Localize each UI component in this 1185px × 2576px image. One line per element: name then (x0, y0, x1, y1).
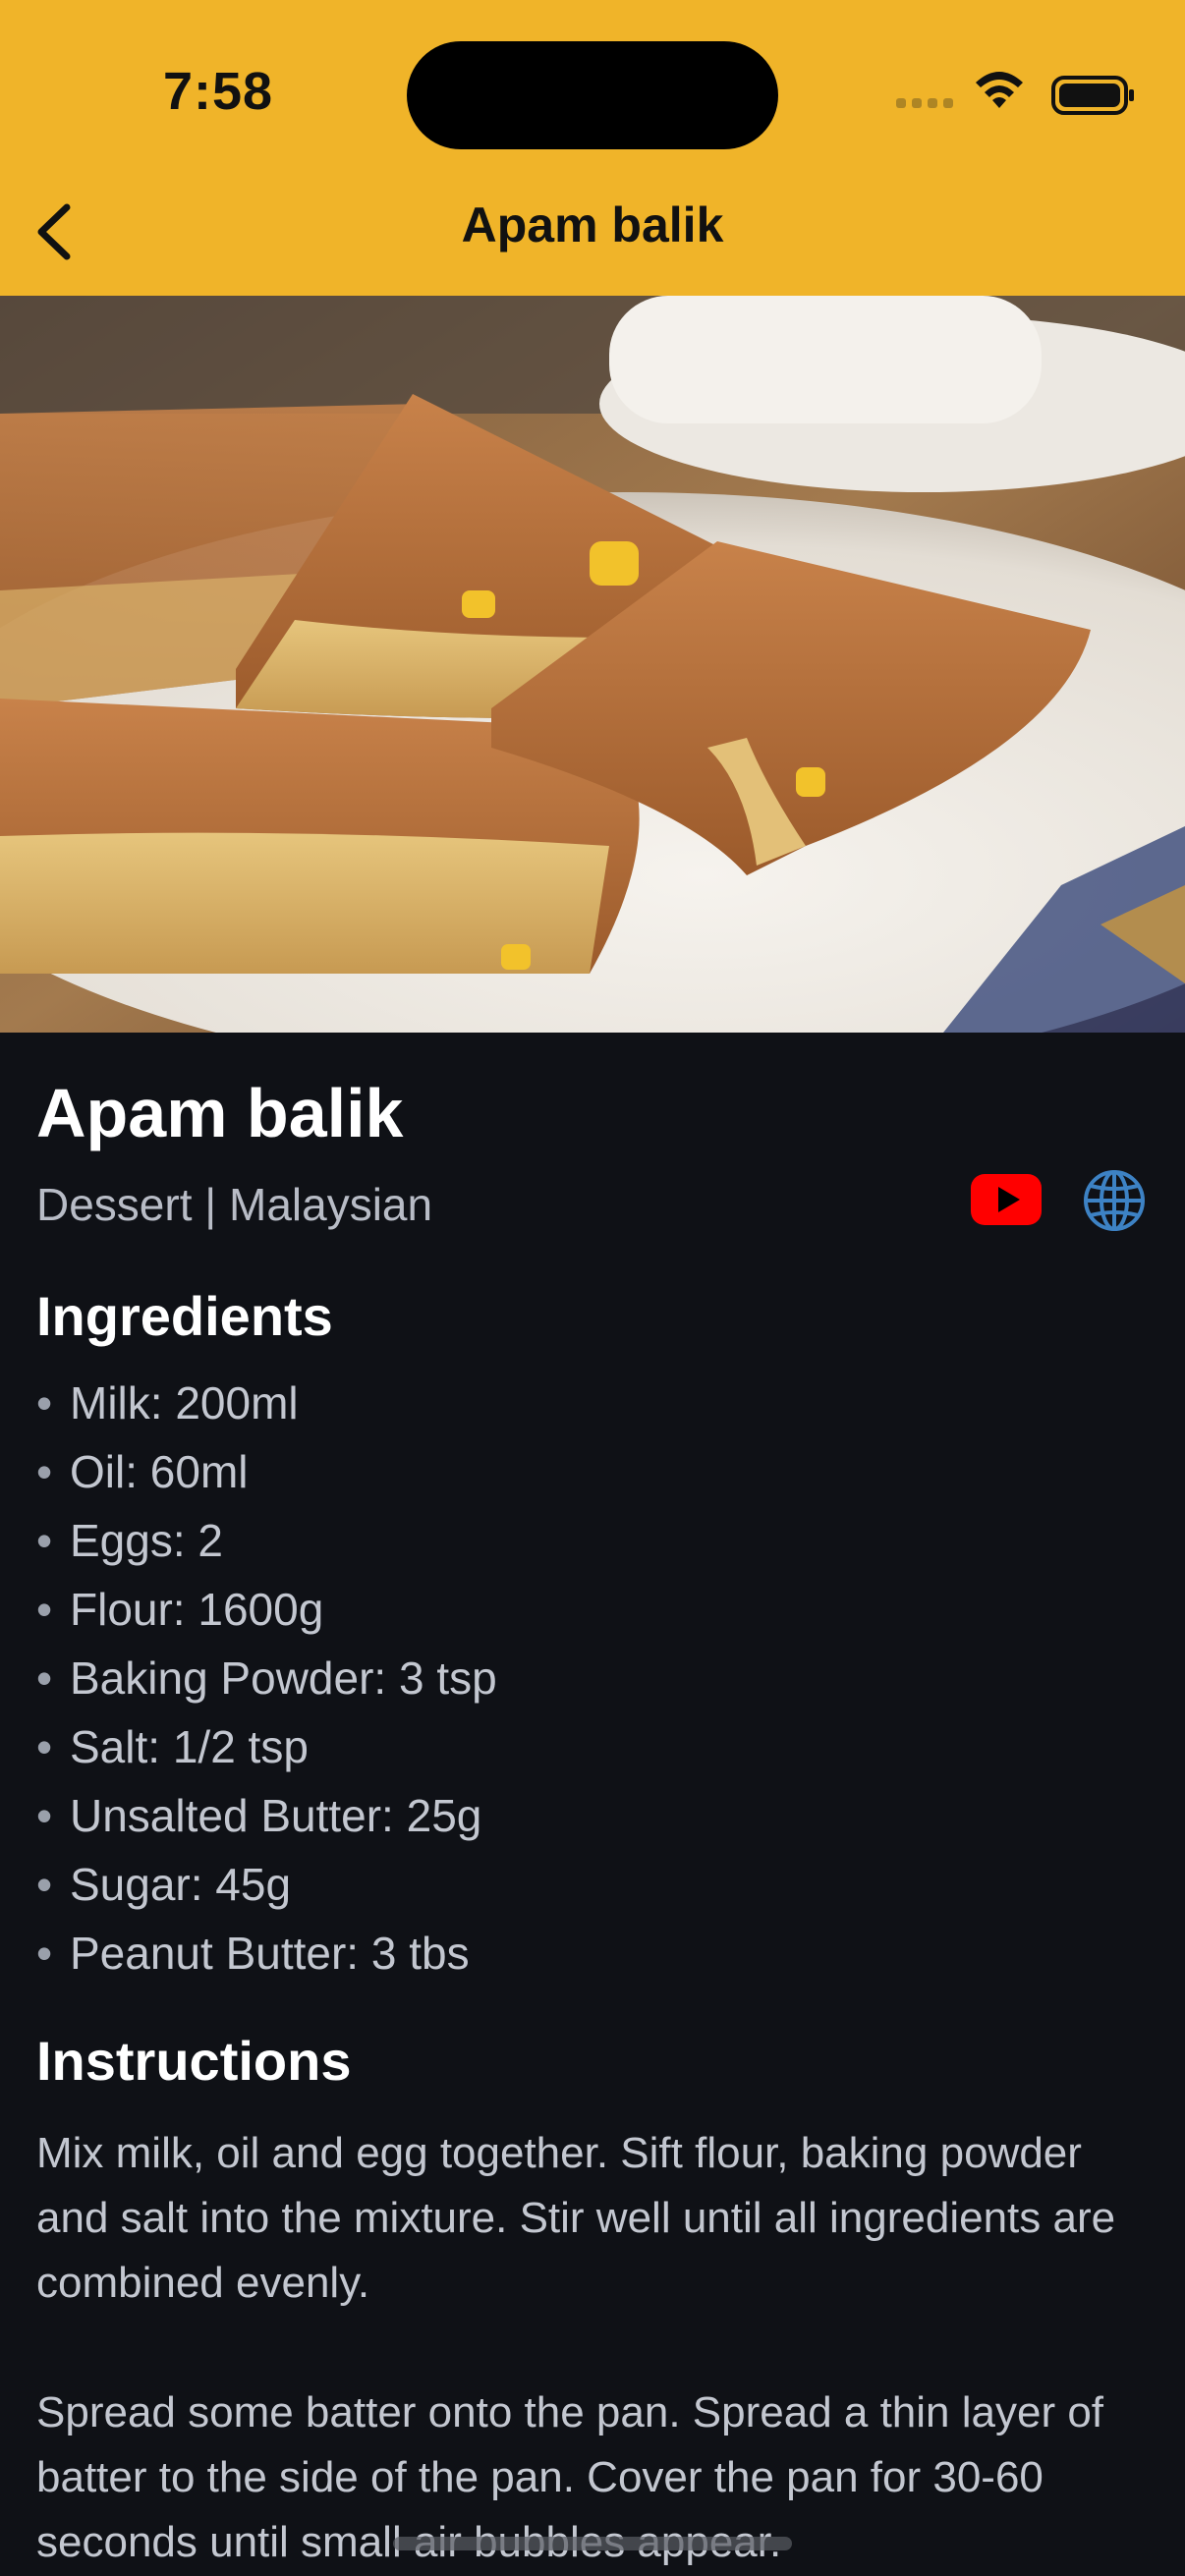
globe-icon (1084, 1170, 1145, 1231)
cellular-signal-icon (896, 98, 955, 114)
recipe-hero-image (0, 296, 1185, 1033)
ingredient-item: • Oil: 60ml (36, 1446, 249, 1497)
status-time: 7:58 (163, 62, 274, 121)
home-indicator[interactable] (393, 2537, 792, 2550)
ingredient-item: • Unsalted Butter: 25g (36, 1790, 482, 1841)
youtube-link-button[interactable] (971, 1172, 1042, 1227)
ingredients-list: • Milk: 200ml • Oil: 60ml • Eggs: 2 • Flour:… (36, 1369, 497, 1988)
instructions-heading: Instructions (36, 2030, 352, 2092)
status-icons (831, 0, 1185, 196)
instruction-paragraph: Mix milk, oil and egg together. Sift flo… (36, 2129, 1116, 2307)
recipe-title: Apam balik (36, 1075, 404, 1151)
ingredient-item: • Baking Powder: 3 tsp (36, 1652, 497, 1704)
website-link-button[interactable] (1082, 1168, 1147, 1233)
ingredient-item: • Eggs: 2 (36, 1515, 223, 1566)
ingredient-item: • Sugar: 45g (36, 1859, 292, 1910)
ingredient-item: • Salt: 1/2 tsp (36, 1721, 309, 1772)
ingredient-item: • Peanut Butter: 3 tbs (36, 1928, 470, 1979)
battery-icon (1051, 76, 1134, 115)
instructions-text: Mix milk, oil and egg together. Sift flo… (36, 2121, 1149, 2576)
recipe-category-area: Dessert | Malaysian (36, 1179, 433, 1230)
food-photo (0, 296, 1185, 1033)
youtube-icon (971, 1174, 1042, 1225)
recipe-detail-screen: 7:58 Apam balik Apam balik Dessert | Mal… (0, 0, 1185, 2576)
nav-title: Apam balik (461, 197, 724, 252)
ingredients-heading: Ingredients (36, 1285, 333, 1347)
ingredient-item: • Flour: 1600g (36, 1584, 324, 1635)
dynamic-island (407, 41, 778, 149)
wifi-icon (976, 72, 1023, 108)
ingredient-item: • Milk: 200ml (36, 1377, 299, 1428)
header-bar: 7:58 Apam balik (0, 0, 1185, 296)
